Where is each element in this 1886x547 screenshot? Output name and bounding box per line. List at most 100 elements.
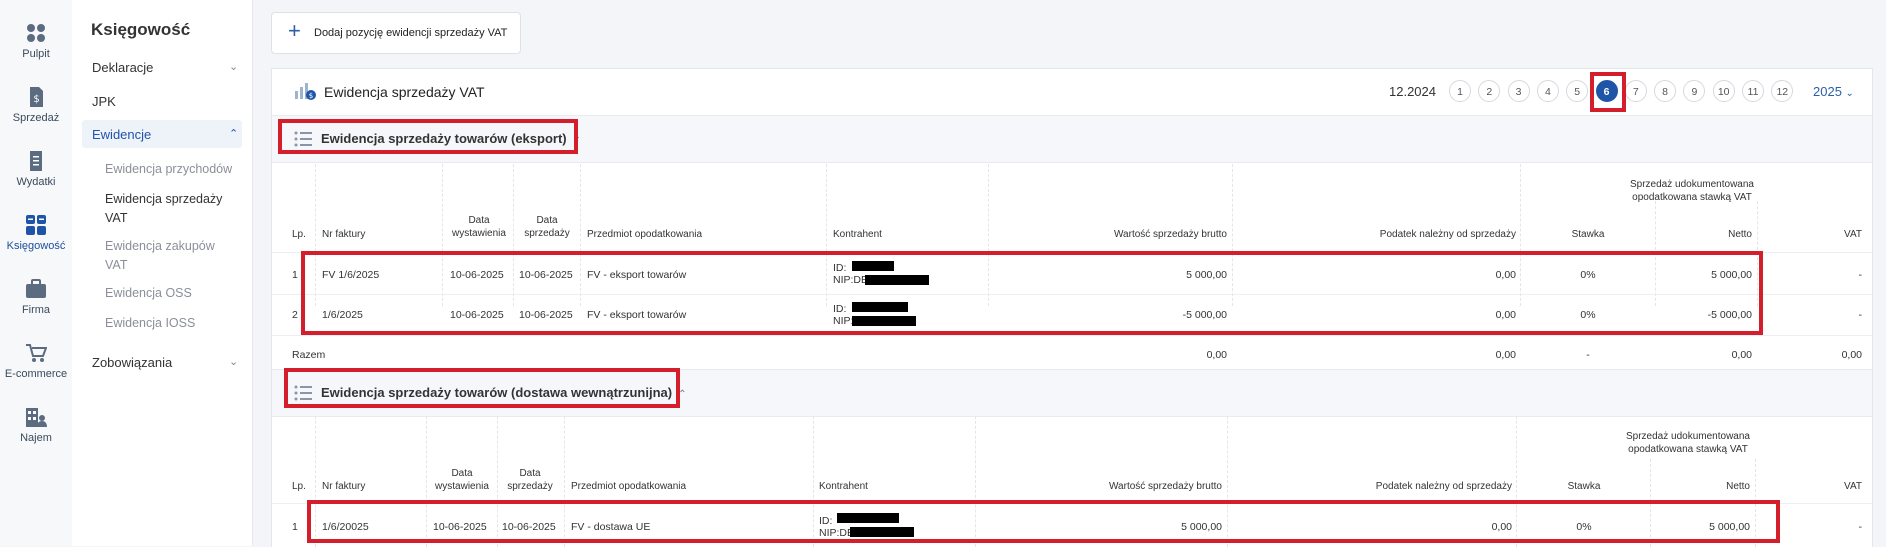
highlight-section-wdt [284,368,680,408]
rail-label: Najem [20,432,52,444]
chevron-down-icon: ⌄ [229,61,239,73]
header-group: Sprzedaż udokumentowana opodatkowana staw… [1518,430,1858,456]
cell-vat: - [1858,269,1863,281]
header-vat: VAT [1844,481,1862,492]
header-data-wystawienia: Data wystawienia [448,214,510,240]
header-podatek: Podatek należny od sprzedaży [1379,229,1516,240]
sidebar-title: Księgowość [91,20,191,39]
header-line: Sprzedaż udokumentowana [1626,431,1750,442]
briefcase-icon [26,279,46,298]
header-line: sprzedaży [524,228,570,239]
sidebar-item-jpk[interactable]: JPK [92,94,116,109]
icon-rail: Pulpit $ Sprzedaż Wydatki Księgowość Fir… [0,0,73,546]
sidebar-item-label: Deklaracje [92,60,154,75]
dashboard-icon [27,24,45,42]
header-przedmiot: Przedmiot opodatkowania [587,229,703,240]
sidebar-item-label: Ewidencje [92,127,152,142]
header-stawka: Stawka [1567,481,1601,492]
header-line: opodatkowana stawką VAT [1628,444,1748,455]
rail-label: Księgowość [6,240,66,252]
sidebar-sub-oss[interactable]: Ewidencja OSS [105,284,235,303]
rail-item-ksiegowosc[interactable]: Księgowość [0,214,72,252]
header-nr-faktury: Nr faktury [322,229,366,240]
month-pill-5[interactable]: 5 [1566,80,1589,102]
year-select[interactable]: 2025 ⌄ [1813,84,1854,99]
rail-label: Wydatki [16,176,56,188]
header-data-wystawienia: Data wystawienia [430,467,494,493]
rail-item-pulpit[interactable]: Pulpit [0,22,72,60]
sidebar-sub-przychodow[interactable]: Ewidencja przychodów [105,160,235,179]
sidebar-sub-sprzedazy-vat[interactable]: Ewidencja sprzedaży VAT [105,190,235,228]
svg-text:$: $ [309,92,313,100]
rail-item-ecommerce[interactable]: E-commerce [0,342,72,380]
sidebar-item-ewidencje[interactable]: Ewidencje ⌃ [92,127,238,142]
cart-icon [26,344,47,362]
cell-lp: 1 [292,521,298,533]
sidebar-sub-ioss[interactable]: Ewidencja IOSS [105,314,235,333]
header-line: sprzedaży [507,481,553,492]
total-vat: 0,00 [1841,349,1862,361]
rail-item-wydatki[interactable]: Wydatki [0,150,72,188]
header-przedmiot: Przedmiot opodatkowania [571,481,687,492]
month-pill-9[interactable]: 9 [1683,80,1706,102]
month-pill-2[interactable]: 2 [1478,80,1501,102]
header-vat: VAT [1844,229,1862,240]
cell-lp: 2 [292,309,298,321]
header-netto: Netto [1726,481,1750,492]
month-pill-10[interactable]: 10 [1712,80,1735,102]
chevron-down-icon: ⌄ [1845,88,1854,99]
sidebar-item-zobowiazania[interactable]: Zobowiązania ⌄ [92,355,238,370]
month-pill-4[interactable]: 4 [1536,80,1559,102]
rail-label: Pulpit [22,48,50,60]
header-line: Data [468,215,490,226]
highlight-wdt-row [307,500,1780,543]
rail-label: Firma [21,304,51,316]
total-podatek: 0,00 [1495,349,1516,361]
month-pill-3[interactable]: 3 [1507,80,1530,102]
month-pill-8[interactable]: 8 [1654,80,1677,102]
rail-item-najem[interactable]: Najem [0,406,72,444]
header-group: Sprzedaż udokumentowana opodatkowana staw… [1522,178,1862,204]
year-value: 2025 [1813,84,1842,99]
month-pill-11[interactable]: 11 [1742,80,1764,102]
total-stawka: - [1586,349,1590,361]
header-podatek: Podatek należny od sprzedaży [1375,481,1512,492]
header-stawka: Stawka [1571,229,1605,240]
highlight-month-6 [1590,72,1626,112]
header-kontrahent: Kontrahent [833,229,882,240]
highlight-eksport-rows [301,251,1763,335]
header-line: Sprzedaż udokumentowana [1630,179,1754,190]
sidebar-item-deklaracje[interactable]: Deklaracje ⌄ [92,60,238,75]
month-pill-12[interactable]: 12 [1771,80,1794,102]
chart-money-icon: $ [295,83,316,100]
rail-item-sprzedaz[interactable]: $ Sprzedaż [0,86,72,124]
total-netto: 0,00 [1731,349,1752,361]
chevron-down-icon: ⌄ [229,356,239,368]
sidebar-sub-zakupow-vat[interactable]: Ewidencja zakupów VAT [105,237,235,275]
svg-text:$: $ [33,94,39,105]
sidebar-item-label: Zobowiązania [92,355,173,370]
month-pill-7[interactable]: 7 [1624,80,1647,102]
header-nr-faktury: Nr faktury [322,481,366,492]
panel-title: Ewidencja sprzedaży VAT [324,84,485,100]
cell-lp: 1 [292,269,298,281]
header-data-sprzedazy: Data sprzedaży [516,214,578,240]
panel-header: $ Ewidencja sprzedaży VAT 12.2024 123456… [272,69,1872,116]
add-entry-button[interactable]: + Dodaj pozycję ewidencji sprzedaży VAT [271,12,521,54]
row-divider [272,335,1872,336]
header-lp: Lp. [292,481,306,492]
sidebar-item-label: JPK [92,94,116,109]
header-line: Data [536,215,558,226]
accounting-sidebar: Księgowość Deklaracje ⌄ JPK Ewidencje ⌃ … [72,0,253,546]
chevron-up-icon: ⌃ [229,128,239,140]
highlight-section-eksport [278,119,578,154]
rail-item-firma[interactable]: Firma [0,278,72,316]
grid-icon [26,215,46,235]
header-data-sprzedazy: Data sprzedaży [499,467,561,493]
header-line: Data [451,468,473,479]
plus-icon: + [288,18,301,43]
month-pill-1[interactable]: 1 [1449,80,1471,102]
header-line: wystawienia [435,481,489,492]
header-line: opodatkowana stawką VAT [1632,192,1752,203]
total-label: Razem [292,349,326,361]
